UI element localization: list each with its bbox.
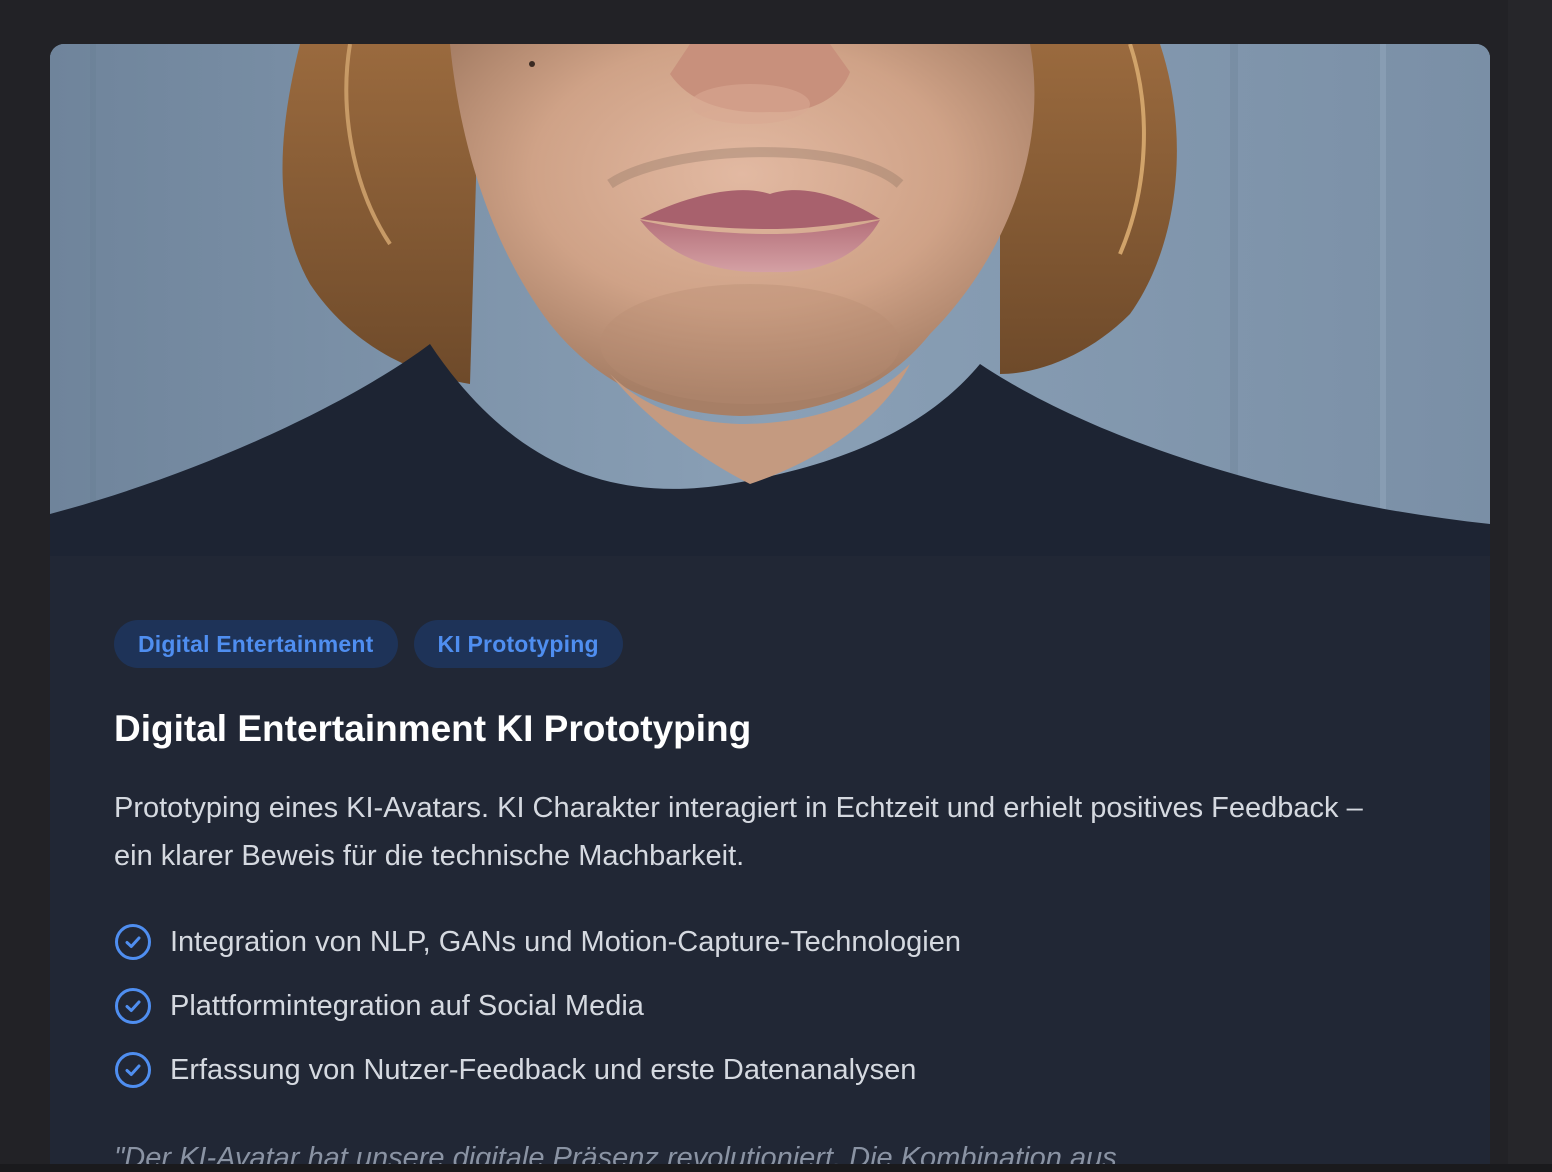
- check-circle-icon: [115, 988, 151, 1024]
- portrait-image: [50, 44, 1490, 556]
- feature-item: Erfassung von Nutzer-Feedback und erste …: [114, 1038, 1414, 1102]
- feature-label: Plattformintegration auf Social Media: [170, 989, 644, 1022]
- card-title: Digital Entertainment KI Prototyping: [114, 708, 752, 749]
- card-content: Digital Entertainment KI Prototyping Dig…: [114, 620, 1414, 1172]
- feature-label: Erfassung von Nutzer-Feedback und erste …: [170, 1053, 917, 1086]
- tag-digital-entertainment[interactable]: Digital Entertainment: [114, 620, 398, 668]
- feature-item: Plattformintegration auf Social Media: [114, 974, 1414, 1038]
- feature-item: Integration von NLP, GANs und Motion-Cap…: [114, 910, 1414, 974]
- window-bottom-edge: [0, 1164, 1552, 1172]
- check-circle-icon: [115, 1052, 151, 1088]
- tag-list: Digital Entertainment KI Prototyping: [114, 620, 1414, 668]
- check-circle-icon: [115, 924, 151, 960]
- hero-image: [50, 44, 1490, 556]
- feature-list: Integration von NLP, GANs und Motion-Cap…: [114, 910, 1414, 1102]
- tag-ki-prototyping[interactable]: KI Prototyping: [413, 620, 623, 668]
- card-description: Prototyping eines KI-Avatars. KI Charakt…: [114, 792, 1363, 872]
- window-side-strip: [1508, 0, 1552, 1172]
- project-card: Digital Entertainment KI Prototyping Dig…: [50, 44, 1490, 1172]
- feature-label: Integration von NLP, GANs und Motion-Cap…: [170, 925, 961, 958]
